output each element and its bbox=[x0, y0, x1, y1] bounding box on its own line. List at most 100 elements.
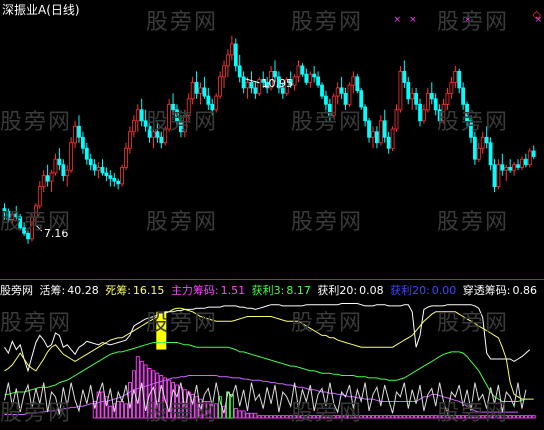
candle-body bbox=[135, 109, 140, 122]
candle-body bbox=[523, 158, 528, 166]
main-force-bar bbox=[233, 408, 238, 419]
candle-body bbox=[406, 81, 411, 100]
candle-body bbox=[445, 92, 450, 105]
candle-body bbox=[229, 43, 234, 56]
candle-body bbox=[347, 84, 352, 105]
main-force-bar bbox=[371, 415, 375, 419]
watermark: 股旁网 bbox=[291, 311, 364, 336]
candle-body bbox=[312, 73, 317, 78]
main-force-bar bbox=[265, 415, 270, 419]
green-bar bbox=[229, 393, 234, 419]
candle-body bbox=[241, 76, 246, 89]
main-force-bar bbox=[512, 415, 517, 419]
candle-body bbox=[190, 81, 195, 100]
candle-body bbox=[194, 81, 199, 94]
main-force-bar bbox=[276, 415, 281, 419]
main-force-bar bbox=[100, 391, 105, 419]
candle-body bbox=[449, 81, 454, 94]
candle-body bbox=[363, 106, 368, 122]
main-force-bar bbox=[382, 415, 387, 419]
watermark: 股旁网 bbox=[291, 210, 364, 235]
watermark: 股旁网 bbox=[146, 10, 219, 35]
main-force-bar bbox=[135, 356, 140, 419]
candle-body bbox=[65, 169, 70, 177]
watermark: 股旁网 bbox=[291, 10, 364, 35]
candle-body bbox=[508, 167, 513, 171]
candle-body bbox=[300, 65, 305, 75]
watermark: 股旁网 bbox=[437, 10, 510, 35]
marker-diamond-icon: ◇ bbox=[532, 8, 541, 21]
candle-body bbox=[49, 172, 54, 182]
candle-body bbox=[69, 142, 74, 171]
candle-body bbox=[131, 120, 136, 133]
main-force-bar bbox=[116, 401, 121, 419]
main-force-bar bbox=[398, 415, 403, 419]
main-force-bar bbox=[257, 415, 262, 419]
main-force-bar bbox=[406, 415, 411, 419]
main-force-bar bbox=[237, 410, 242, 419]
legend-prefix: 股旁网 bbox=[0, 284, 33, 297]
main-force-bar bbox=[402, 415, 407, 419]
candle-body bbox=[81, 136, 85, 149]
main-force-bar bbox=[249, 412, 254, 419]
legend-item-active: 活筹: 40.28 bbox=[39, 284, 99, 297]
watermark: 股旁网 bbox=[437, 401, 510, 426]
candle-body bbox=[339, 87, 344, 94]
main-force-bar bbox=[253, 412, 258, 419]
main-force-bar bbox=[531, 415, 536, 419]
watermark: 股旁网 bbox=[0, 311, 73, 336]
main-force-bar bbox=[273, 415, 277, 419]
candle-body bbox=[398, 70, 403, 111]
indicator-legend: 股旁网 活筹: 40.28 死筹: 16.15 主力筹码: 1.51 获利3: 8.17… bbox=[0, 282, 544, 298]
candle-body bbox=[245, 81, 250, 89]
watermark: 股旁网 bbox=[291, 110, 364, 135]
legend-item-penetration: 穿透筹码: 0.86 bbox=[462, 284, 537, 297]
candle-body bbox=[516, 164, 520, 168]
main-force-bar bbox=[421, 415, 426, 419]
candle-body bbox=[410, 92, 415, 100]
candle-body bbox=[96, 167, 101, 171]
candle-body bbox=[45, 175, 50, 182]
candle-body bbox=[233, 43, 238, 67]
candle-body bbox=[73, 125, 77, 144]
candle-body bbox=[484, 136, 489, 144]
main-force-bar bbox=[363, 415, 368, 419]
candle-body bbox=[100, 167, 105, 174]
main-force-bar bbox=[418, 415, 422, 419]
candle-body bbox=[159, 136, 164, 144]
candle-body bbox=[88, 158, 93, 166]
chart-window: 10.957.16××××××××× 深振业A(日线) ◇ 股旁网 股旁网 股旁… bbox=[0, 0, 544, 426]
main-force-bar bbox=[429, 415, 434, 419]
candle-body bbox=[461, 87, 466, 105]
main-force-bar bbox=[527, 415, 532, 419]
candle-body bbox=[374, 131, 379, 144]
candle-body bbox=[37, 186, 42, 207]
main-force-bar bbox=[378, 415, 383, 419]
candle-body bbox=[394, 109, 399, 130]
candle-body bbox=[57, 158, 62, 166]
candle-body bbox=[504, 167, 509, 171]
candle-body bbox=[222, 65, 226, 78]
main-force-bar bbox=[410, 415, 415, 419]
legend-item-profit20: 获利20: 0.08 bbox=[317, 284, 384, 297]
watermark: 股旁网 bbox=[146, 401, 219, 426]
main-force-bar bbox=[280, 415, 285, 419]
candle-body bbox=[382, 120, 387, 138]
legend-item-profit3: 获利3: 8.17 bbox=[251, 284, 311, 297]
candle-body bbox=[237, 65, 242, 78]
top-marker: × bbox=[394, 15, 402, 25]
main-force-bar bbox=[241, 410, 246, 419]
main-force-bar bbox=[120, 401, 125, 419]
main-force-bar bbox=[394, 415, 399, 419]
main-force-bar bbox=[523, 415, 528, 419]
candle-body bbox=[386, 136, 391, 149]
main-force-bar bbox=[508, 415, 513, 419]
annotation-high: 10.95 bbox=[262, 77, 294, 90]
candle-body bbox=[249, 81, 254, 89]
candle-body bbox=[414, 92, 419, 105]
watermark: 股旁网 bbox=[437, 210, 510, 235]
candle-body bbox=[422, 109, 426, 122]
candle-body bbox=[476, 147, 481, 160]
main-force-bar bbox=[245, 412, 250, 419]
candle-body bbox=[253, 87, 258, 94]
